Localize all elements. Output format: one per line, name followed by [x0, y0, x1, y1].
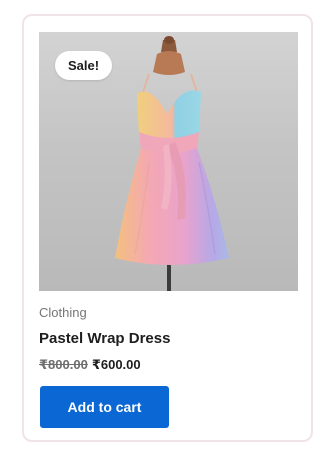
product-card: Sale! Clothing Pastel Wrap Dress ₹800.00… [22, 14, 313, 442]
sale-price: ₹600.00 [91, 357, 141, 372]
product-image[interactable]: Sale! [39, 32, 298, 291]
sale-badge: Sale! [55, 51, 113, 80]
product-price: ₹800.00 ₹600.00 [39, 357, 141, 373]
regular-price: ₹800.00 [39, 357, 88, 372]
product-title[interactable]: Pastel Wrap Dress [39, 330, 170, 347]
product-category[interactable]: Clothing [39, 305, 87, 320]
add-to-cart-button[interactable]: Add to cart [40, 386, 169, 428]
